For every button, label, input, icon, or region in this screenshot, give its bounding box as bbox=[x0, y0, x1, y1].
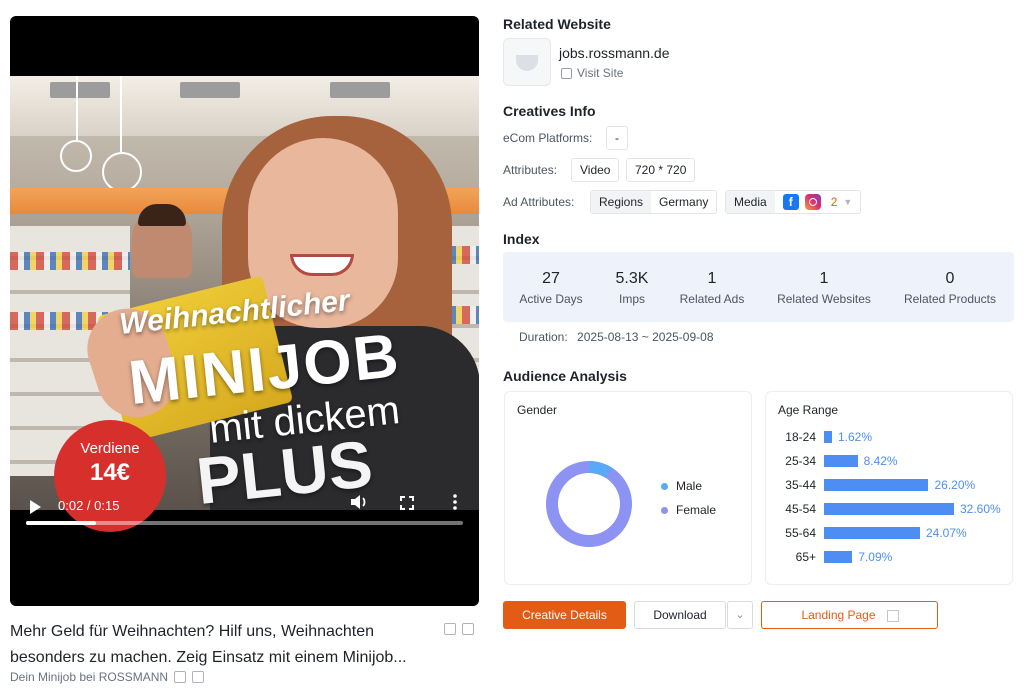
advertiser-name: Dein Minijob bei ROSSMANN bbox=[10, 670, 169, 684]
age-bar bbox=[824, 527, 920, 539]
image-icon[interactable] bbox=[462, 623, 474, 635]
age-row: 65+ 7.09% bbox=[766, 550, 1012, 564]
site-domain[interactable]: jobs.rossmann.de bbox=[559, 45, 670, 61]
legend-male: Male bbox=[661, 479, 702, 493]
ecom-label: eCom Platforms: bbox=[503, 131, 593, 145]
external-link-icon bbox=[561, 67, 572, 79]
age-row: 45-54 32.60% bbox=[766, 502, 1012, 516]
video-time: 0:02 / 0:15 bbox=[58, 498, 120, 513]
more-options-icon[interactable] bbox=[443, 494, 467, 518]
age-bar bbox=[824, 503, 954, 515]
age-row-value: 1.62% bbox=[838, 430, 873, 444]
landing-page-button[interactable]: Landing Page bbox=[761, 601, 938, 629]
duration-value: 2025-08-13 ~ 2025-09-08 bbox=[577, 330, 714, 344]
age-row-label: 65+ bbox=[795, 550, 816, 564]
index-title: Index bbox=[503, 231, 540, 247]
gender-donut-chart bbox=[546, 461, 632, 547]
media-more-count: 2 bbox=[830, 195, 838, 209]
age-row-label: 18-24 bbox=[785, 430, 816, 444]
chevron-down-icon: ⌄ bbox=[735, 609, 745, 621]
caption-actions bbox=[444, 623, 474, 635]
chevron-down-icon: ▼ bbox=[843, 197, 853, 207]
age-row-label: 25-34 bbox=[785, 454, 816, 468]
gender-title: Gender bbox=[517, 403, 558, 417]
media-tag[interactable]: Media f 2 ▼ bbox=[725, 190, 862, 214]
facebook-icon: f bbox=[782, 194, 799, 210]
age-bar bbox=[824, 551, 853, 563]
male-dot-icon bbox=[661, 482, 668, 490]
copy-icon[interactable] bbox=[174, 671, 187, 683]
age-row-value: 32.60% bbox=[960, 502, 1001, 516]
age-row-label: 45-54 bbox=[785, 502, 816, 516]
visit-site-label: Visit Site bbox=[577, 66, 624, 80]
age-row-value: 8.42% bbox=[863, 454, 898, 468]
video-player[interactable]: Weihnachtlicher MINIJOB mit dickem PLUS … bbox=[10, 16, 479, 606]
price-badge-top: Verdiene bbox=[80, 440, 140, 457]
audience-title: Audience Analysis bbox=[503, 368, 627, 384]
index-stats: 27 Active Days 5.3K Imps 1 Related Ads 1… bbox=[503, 252, 1014, 322]
female-segment bbox=[546, 461, 632, 547]
related-website-title: Related Website bbox=[503, 16, 611, 32]
video-progress-fill bbox=[26, 521, 96, 525]
attribute-size: 720 * 720 bbox=[626, 158, 696, 182]
age-title: Age Range bbox=[778, 403, 839, 417]
stat-related-websites[interactable]: 1 Related Websites bbox=[773, 270, 875, 306]
age-row-value: 26.20% bbox=[934, 478, 976, 492]
copy-icon[interactable] bbox=[444, 623, 456, 635]
video-progress-bar[interactable] bbox=[26, 521, 463, 525]
regions-tag: Regions Germany bbox=[590, 190, 718, 214]
age-card: Age Range 18-24 1.62% 25-34 8.42% 35-44 26.20… bbox=[765, 391, 1013, 585]
instagram-icon bbox=[804, 194, 821, 210]
creative-details-button[interactable]: Creative Details bbox=[503, 601, 626, 629]
volume-icon[interactable] bbox=[347, 494, 371, 518]
download-button[interactable]: Download bbox=[634, 601, 726, 629]
play-icon[interactable] bbox=[30, 500, 41, 514]
fullscreen-icon[interactable] bbox=[395, 494, 419, 518]
age-row: 35-44 26.20% bbox=[766, 478, 1012, 492]
age-bar bbox=[824, 479, 929, 491]
media-values: f 2 ▼ bbox=[775, 191, 861, 213]
stat-related-ads[interactable]: 1 Related Ads bbox=[677, 270, 747, 306]
site-logo bbox=[503, 38, 551, 86]
ad-attributes-label: Ad Attributes: bbox=[503, 195, 575, 209]
qr-code-icon bbox=[887, 610, 899, 622]
stat-active-days: 27 Active Days bbox=[519, 270, 583, 306]
video-controls: 0:02 / 0:15 bbox=[10, 486, 479, 536]
ornament-icon bbox=[60, 140, 92, 172]
ornament-icon bbox=[102, 152, 142, 192]
advertiser-row: Dein Minijob bei ROSSMANN bbox=[10, 670, 205, 684]
duration-row: Duration: 2025-08-13 ~ 2025-09-08 bbox=[519, 330, 714, 344]
media-key: Media bbox=[726, 191, 775, 213]
download-dropdown-button[interactable]: ⌄ bbox=[727, 601, 753, 629]
age-row-label: 35-44 bbox=[785, 478, 816, 492]
age-bar bbox=[824, 431, 832, 443]
image-icon[interactable] bbox=[192, 671, 205, 683]
attributes-label: Attributes: bbox=[503, 163, 558, 177]
price-badge-amount: 14€ bbox=[89, 459, 131, 486]
legend-female: Female bbox=[661, 503, 716, 517]
age-bar bbox=[824, 455, 858, 467]
regions-key: Regions bbox=[591, 191, 652, 213]
attribute-type: Video bbox=[571, 158, 620, 182]
age-row-value: 7.09% bbox=[858, 550, 893, 564]
visit-site-link[interactable]: Visit Site bbox=[561, 66, 623, 80]
ad-caption: Mehr Geld für Weihnachten? Hilf uns, Wei… bbox=[10, 623, 407, 666]
duration-label: Duration: bbox=[519, 330, 568, 344]
age-row: 18-24 1.62% bbox=[766, 430, 1012, 444]
regions-value: Germany bbox=[659, 195, 709, 209]
stat-imps: 5.3K Imps bbox=[615, 270, 649, 306]
female-dot-icon bbox=[661, 506, 668, 514]
age-row: 55-64 24.07% bbox=[766, 526, 1012, 540]
gender-card: Gender Male Female bbox=[504, 391, 752, 585]
creatives-info-title: Creatives Info bbox=[503, 103, 596, 119]
stat-related-products[interactable]: 0 Related Products bbox=[900, 270, 1000, 306]
age-row: 25-34 8.42% bbox=[766, 454, 1012, 468]
age-row-label: 55-64 bbox=[785, 526, 816, 540]
age-row-value: 24.07% bbox=[925, 526, 967, 540]
ecom-value: - bbox=[606, 126, 628, 150]
